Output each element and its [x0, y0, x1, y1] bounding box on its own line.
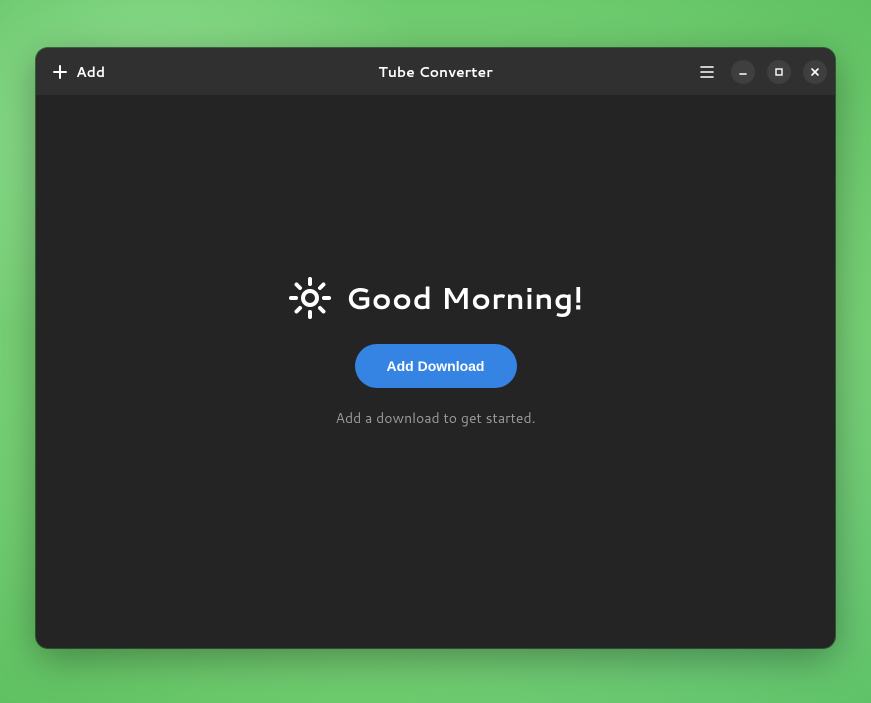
add-download-button[interactable]: Add Download: [355, 344, 517, 388]
hamburger-menu-button[interactable]: [695, 60, 719, 84]
minimize-icon: [738, 67, 748, 77]
greeting-row: Good Morning!: [288, 276, 584, 320]
header-right: [695, 60, 827, 84]
hamburger-icon: [700, 66, 714, 78]
add-button-label: Add: [76, 62, 105, 82]
hint-text: Add a download to get started.: [336, 408, 536, 428]
maximize-button[interactable]: [767, 60, 791, 84]
app-window: Add Tube Converter: [36, 48, 835, 648]
header-bar: Add Tube Converter: [36, 48, 835, 95]
sun-icon: [288, 276, 332, 320]
header-left: Add: [44, 56, 113, 88]
add-button[interactable]: Add: [44, 56, 113, 88]
close-icon: [810, 67, 820, 77]
main-content: Good Morning! Add Download Add a downloa…: [36, 95, 835, 648]
window-controls: [731, 60, 827, 84]
minimize-button[interactable]: [731, 60, 755, 84]
maximize-icon: [774, 67, 784, 77]
greeting-title: Good Morning!: [346, 276, 584, 319]
close-button[interactable]: [803, 60, 827, 84]
plus-icon: [52, 64, 68, 80]
